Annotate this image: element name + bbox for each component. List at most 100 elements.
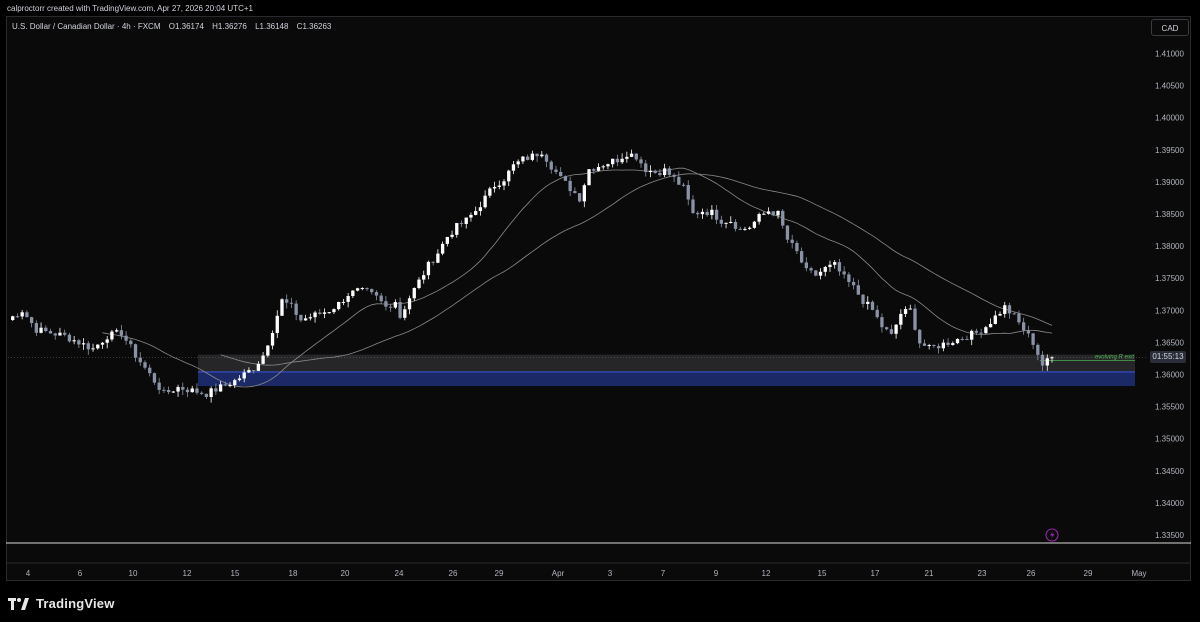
candle-body [436,253,440,263]
candle-body [492,186,497,189]
candle-body [710,209,714,216]
candle-body [587,169,591,186]
y-tick-label: 1.40500 [1155,82,1184,91]
candle-body [280,299,284,316]
candle-body [979,332,983,334]
currency-selector[interactable]: CAD [1151,19,1189,36]
candle-body [1026,330,1031,334]
candle-body [218,384,223,392]
candle-body [129,340,133,345]
candle-body [677,176,681,185]
candle-body [200,392,204,394]
candle-body [601,166,605,168]
candle-body [776,210,780,216]
candle-body [100,342,105,345]
x-tick-label: 6 [78,569,83,578]
y-tick-label: 1.34500 [1155,467,1184,476]
candle-body [766,211,771,214]
candle-body [955,338,960,344]
close-value: 1.36263 [302,22,332,31]
candle-body [204,393,209,397]
candle-body [965,339,969,341]
candle-body [696,212,700,215]
candle-body [157,382,161,390]
candle-body [44,327,48,332]
candle-body [644,163,648,173]
x-tick-label: 26 [449,569,458,578]
candle-body [275,315,279,334]
candle-body [162,389,166,391]
y-tick-label: 1.33500 [1155,531,1184,540]
y-tick-label: 1.38500 [1155,210,1184,219]
candle-body [190,388,194,393]
candle-body [974,330,979,333]
x-tick-label: 18 [289,569,298,578]
candle-body [880,317,884,328]
symbol-legend[interactable]: U.S. Dollar / Canadian Dollar · 4h · FXC… [12,22,331,31]
candle-body [828,264,832,268]
candle-body [464,217,468,224]
grid-layer [6,542,1191,564]
candle-body [393,302,398,308]
x-tick-label: May [1131,569,1146,578]
candle-body [606,164,610,167]
candle-body [166,390,171,393]
candle-body [625,156,629,159]
x-tick-label: 29 [1084,569,1093,578]
x-tick-label: 15 [818,569,827,578]
candle-body [837,262,842,272]
candle-body [1012,313,1016,315]
candle-body [554,169,558,172]
candle-body [53,333,57,336]
candle-body [582,185,586,202]
x-tick-label: 10 [129,569,138,578]
x-tick-label: 17 [871,569,880,578]
x-tick-label: 20 [341,569,350,578]
candle-body [242,372,246,379]
candle-body [29,317,34,324]
candle-body [639,159,643,164]
x-tick-label: 23 [978,569,987,578]
candle-body [176,386,180,392]
tradingview-logo[interactable]: TradingView [8,596,115,611]
candle-body [417,279,421,289]
candle-body [294,303,298,315]
chart-canvas[interactable]: 1.41000 1.40500 1.40000 1.39500 1.39000 1.385… [0,0,1200,622]
candle-body [318,312,322,314]
candle-body [936,345,941,349]
candle-body [951,343,955,345]
candle-body [733,221,738,229]
symbol-title: U.S. Dollar / Canadian Dollar · 4h · FXC… [12,22,161,31]
candle-body [114,330,119,332]
candle-body [251,370,256,372]
candle-body [256,363,261,371]
candle-body [25,312,29,318]
candle-body [426,261,431,276]
candle-body [105,339,109,343]
candle-body [752,221,757,228]
candle-body [842,271,846,275]
x-tick-label: 7 [661,569,666,578]
x-tick-label: 3 [608,569,613,578]
bar-countdown: 01:55:13 [1150,351,1186,363]
candle-body [1045,358,1049,366]
x-tick-label: 29 [495,569,504,578]
candle-body [72,340,76,342]
candle-body [407,298,412,310]
candle-body [648,170,653,173]
candle-body [81,343,86,345]
candle-body [559,171,563,177]
candle-body [700,211,705,215]
x-tick-label: 12 [762,569,771,578]
candle-body [540,154,544,157]
candle-body [738,228,742,230]
x-tick-label: Apr [552,569,565,578]
candle-body [875,309,879,318]
demand-zone [198,371,1135,387]
x-tick-label: 15 [231,569,240,578]
candle-body [124,335,128,341]
candle-body [507,170,511,182]
candle-body [795,242,799,252]
candle-body [237,378,242,381]
candle-body [67,334,72,342]
